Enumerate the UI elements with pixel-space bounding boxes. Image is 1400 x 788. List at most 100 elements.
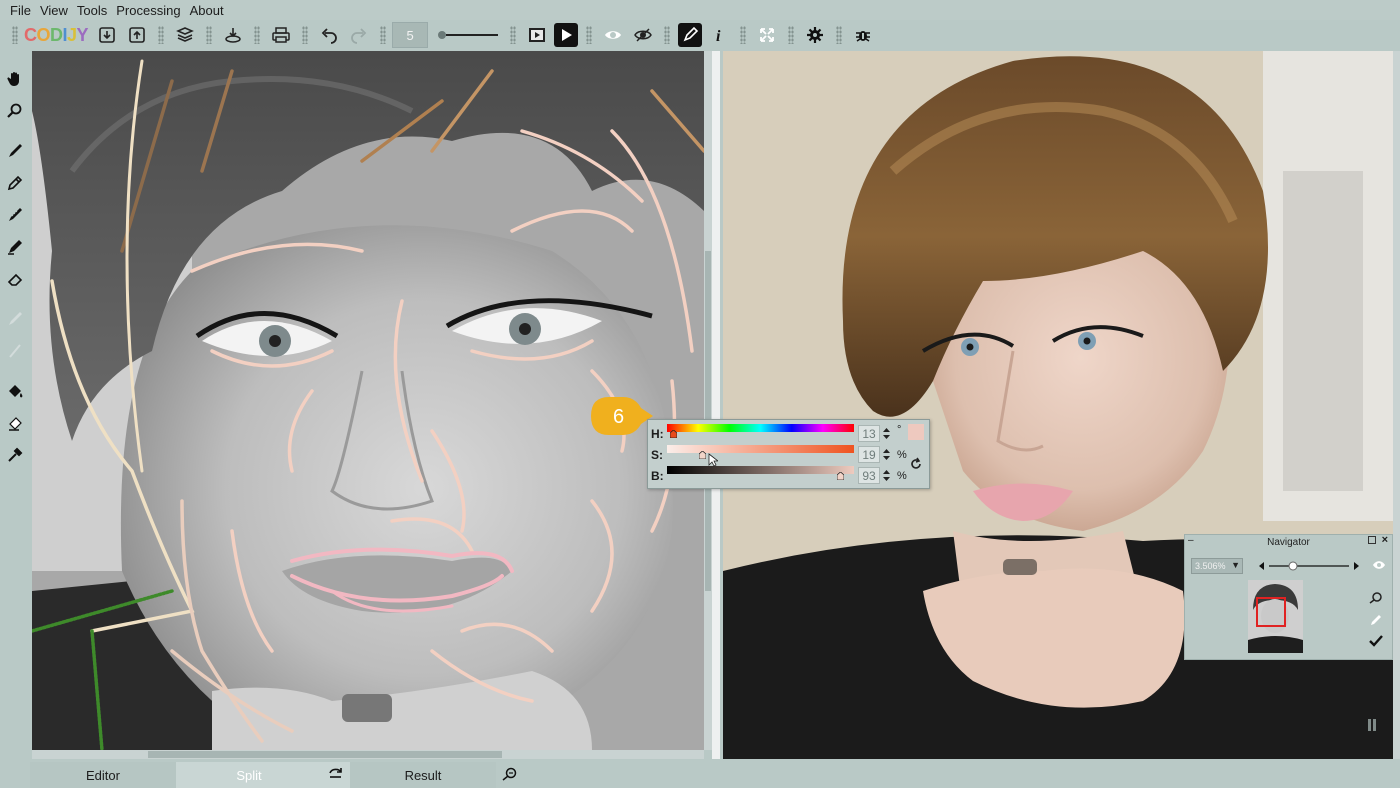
zoom-knob[interactable] — [1288, 561, 1298, 571]
toolbar-grip[interactable] — [586, 26, 593, 44]
tab-result[interactable]: Result — [350, 762, 496, 788]
scrollbar-thumb[interactable] — [148, 751, 502, 758]
toolbar-grip[interactable] — [664, 26, 671, 44]
toolbar-grip[interactable] — [302, 26, 309, 44]
navigator-link-icon[interactable] — [1368, 591, 1384, 605]
editor-horizontal-scrollbar[interactable] — [32, 750, 704, 759]
saturation-spinner-icon[interactable] — [881, 446, 892, 463]
navigator-zoom-select[interactable]: 3.506% ▼ — [1191, 558, 1243, 574]
logo-letter: J — [67, 24, 77, 45]
toolbar-grip[interactable] — [510, 26, 517, 44]
brush-icon[interactable] — [2, 138, 28, 164]
toolbar-grip[interactable] — [836, 26, 843, 44]
settings-icon[interactable] — [802, 22, 828, 48]
saturation-label: S: — [651, 448, 663, 462]
navigator-title: Navigator — [1267, 536, 1310, 548]
eraser-icon[interactable] — [2, 266, 28, 292]
dotted-brush-icon[interactable] — [2, 202, 28, 228]
hue-slider-handle[interactable] — [670, 430, 678, 438]
toolbar-grip[interactable] — [254, 26, 261, 44]
chevron-down-icon: ▼ — [1231, 560, 1240, 570]
pen-mode-icon[interactable] — [678, 23, 703, 47]
saturation-slider[interactable] — [667, 445, 854, 453]
hide-strokes-icon[interactable] — [630, 22, 656, 48]
brush-size-knob[interactable] — [438, 31, 447, 39]
step-callout: 6 — [591, 397, 653, 435]
brightness-value-field[interactable]: 93 — [858, 467, 880, 484]
zoom-out-arrow-icon — [1259, 562, 1264, 570]
fill-icon[interactable] — [2, 378, 28, 404]
menu-view[interactable]: View — [40, 3, 68, 18]
fit-icon[interactable] — [754, 22, 780, 48]
bug-icon[interactable] — [850, 22, 876, 48]
brush-size-track — [446, 34, 499, 36]
menu-about[interactable]: About — [190, 3, 224, 18]
svg-text:i: i — [716, 28, 721, 45]
navigator-thumbnail[interactable] — [1248, 580, 1303, 653]
import-icon[interactable] — [94, 22, 120, 48]
split-swap-icon[interactable] — [322, 762, 350, 788]
editor-vertical-scrollbar[interactable] — [704, 51, 712, 750]
export-icon[interactable] — [124, 22, 150, 48]
split-divider[interactable] — [712, 51, 720, 759]
eyedropper-icon[interactable] — [2, 442, 28, 468]
info-icon[interactable]: i — [706, 22, 732, 48]
toolbar-grip[interactable] — [788, 26, 795, 44]
reset-color-icon[interactable] — [908, 456, 924, 472]
navigator-zoom-value: 3.506% — [1195, 561, 1226, 571]
redo-icon[interactable] — [346, 22, 372, 48]
toolbar-grip[interactable] — [12, 26, 18, 44]
hue-value-field[interactable]: 13 — [858, 425, 880, 442]
brush-size-slider[interactable] — [438, 25, 499, 45]
menu-file[interactable]: File — [10, 3, 31, 18]
toolbar-grip[interactable] — [740, 26, 747, 44]
brightness-slider[interactable] — [667, 466, 854, 474]
hue-spinner-icon[interactable] — [881, 425, 892, 442]
marker-icon[interactable] — [2, 234, 28, 260]
play-icon[interactable] — [554, 23, 579, 47]
navigator-viewport-rect[interactable] — [1256, 597, 1286, 627]
eye-icon[interactable] — [600, 22, 626, 48]
zoom-in-arrow-icon — [1354, 562, 1359, 570]
menu-bar: File View Tools Processing About — [0, 0, 1400, 20]
navigator-check-icon[interactable] — [1368, 634, 1384, 648]
tab-split[interactable]: Split — [176, 762, 322, 788]
navigator-pencil-icon[interactable] — [1368, 613, 1384, 627]
logo-letter: D — [50, 24, 63, 45]
navigator-close-icon[interactable]: × — [1382, 534, 1388, 546]
saturation-unit: % — [897, 449, 907, 461]
print-icon[interactable] — [268, 22, 294, 48]
resize-grip-icon[interactable] — [1367, 718, 1377, 732]
library-icon[interactable] — [172, 22, 198, 48]
navigator-panel: – Navigator × 3.506% ▼ — [1184, 534, 1393, 660]
menu-processing[interactable]: Processing — [116, 3, 180, 18]
pencil-icon[interactable] — [2, 170, 28, 196]
hue-label: H: — [651, 427, 664, 441]
brightness-slider-handle[interactable] — [837, 472, 845, 480]
fill-eraser-icon[interactable] — [2, 410, 28, 436]
brush-size-field[interactable]: 5 — [392, 22, 429, 48]
logo-letter: Y — [76, 24, 89, 45]
result-link-icon[interactable] — [496, 762, 524, 788]
saturation-slider-handle[interactable] — [699, 451, 707, 459]
navigator-float-icon[interactable] — [1368, 536, 1376, 544]
saturation-value-field[interactable]: 19 — [858, 446, 880, 463]
callout-number: 6 — [613, 406, 624, 428]
zoom-icon[interactable] — [2, 98, 28, 124]
menu-tools[interactable]: Tools — [77, 3, 107, 18]
logo-letter: O — [36, 24, 51, 45]
hue-slider[interactable] — [667, 424, 854, 432]
undo-icon[interactable] — [316, 22, 342, 48]
preview-icon[interactable] — [524, 22, 550, 48]
navigator-zoom-slider[interactable] — [1255, 558, 1363, 574]
save-icon[interactable] — [220, 22, 246, 48]
hand-icon[interactable] — [2, 66, 28, 92]
app-logo: CODIJY — [24, 24, 89, 46]
toolbar-grip[interactable] — [380, 26, 387, 44]
toolbar-grip[interactable] — [158, 26, 165, 44]
navigator-eye-icon[interactable] — [1372, 559, 1386, 571]
result-vertical-scrollbar[interactable] — [1393, 51, 1400, 759]
tab-editor[interactable]: Editor — [30, 762, 176, 788]
brightness-spinner-icon[interactable] — [881, 467, 892, 484]
toolbar-grip[interactable] — [206, 26, 213, 44]
